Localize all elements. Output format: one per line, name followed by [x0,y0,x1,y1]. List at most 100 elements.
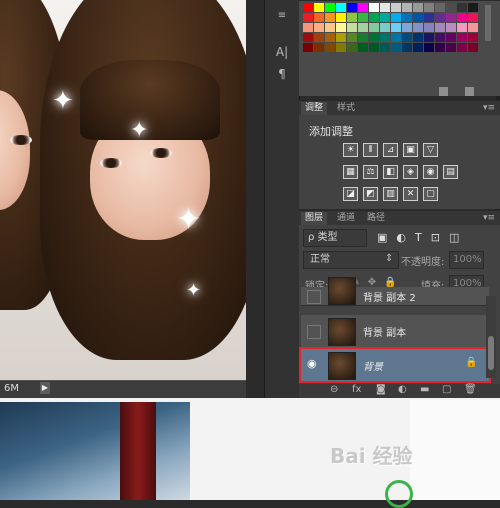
color-swatch[interactable] [446,33,456,42]
color-swatch[interactable] [380,33,390,42]
color-swatch[interactable] [347,23,357,32]
color-swatch[interactable] [391,23,401,32]
visibility-toggle[interactable] [307,290,321,304]
color-swatch[interactable] [468,13,478,22]
color-swatch[interactable] [457,13,467,22]
color-swatch[interactable] [413,23,423,32]
color-swatch[interactable] [325,33,335,42]
color-swatch[interactable] [358,3,368,12]
color-swatch[interactable] [446,23,456,32]
smart-object-filter-icon[interactable]: ◫ [449,231,468,244]
color-swatch[interactable] [446,3,456,12]
layer-filter-select[interactable]: ρ 类型 [303,229,367,247]
color-swatch[interactable] [402,13,412,22]
color-swatch[interactable] [435,43,445,52]
invert-icon[interactable]: ◪ [343,187,358,201]
curves-icon[interactable]: ⊿ [383,143,398,157]
new-group-icon[interactable]: ▬ [420,384,429,395]
color-swatch[interactable] [435,13,445,22]
color-swatch[interactable] [303,23,313,32]
posterize-icon[interactable]: ◩ [363,187,378,201]
color-swatch[interactable] [303,3,313,12]
color-swatch[interactable] [446,13,456,22]
color-swatch[interactable] [303,43,313,52]
color-swatch[interactable] [380,43,390,52]
color-swatch[interactable] [435,3,445,12]
document-canvas[interactable]: ✦ ✦ ✦ ✦ [0,0,246,380]
color-swatch[interactable] [336,13,346,22]
color-swatch[interactable] [358,13,368,22]
color-swatch[interactable] [413,33,423,42]
pixel-filter-icon[interactable]: ▣ [377,231,396,244]
color-swatch[interactable] [391,13,401,22]
color-swatch[interactable] [446,43,456,52]
tab-channels[interactable]: 通道 [333,212,359,225]
layer-name[interactable]: 背景 副本 2 [363,289,416,304]
color-swatch[interactable] [314,13,324,22]
add-mask-icon[interactable]: ◙ [376,384,386,395]
layer-row[interactable]: 背景 副本 2 [301,277,489,306]
tab-adjustments[interactable]: 调整 [301,102,328,115]
layers-scroll-thumb[interactable] [488,336,494,370]
layer-filter-icons[interactable]: ▣◐T⊡◫ [377,231,487,245]
color-swatch[interactable] [468,23,478,32]
color-swatch[interactable] [314,3,324,12]
color-swatch[interactable] [391,3,401,12]
delete-swatch-icon[interactable] [465,87,474,96]
layer-row-selected[interactable]: ◉ 背景 🔒 [299,347,491,383]
menu-icon[interactable]: ≡ [274,8,290,24]
trash-icon[interactable]: 🗑 [464,384,477,395]
color-swatch[interactable] [380,3,390,12]
color-swatch[interactable] [402,33,412,42]
color-swatch[interactable] [435,23,445,32]
layer-name[interactable]: 背景 [363,358,383,373]
color-swatch[interactable] [369,43,379,52]
threshold-icon[interactable]: ▥ [383,187,398,201]
color-swatch[interactable] [468,33,478,42]
levels-icon[interactable]: ⦀ [363,143,378,157]
fx-icon[interactable]: fx [352,384,361,395]
color-swatch[interactable] [457,23,467,32]
opacity-field[interactable]: 100% [449,251,484,269]
link-layers-icon[interactable]: ⊖ [330,384,338,395]
color-swatch[interactable] [325,43,335,52]
color-swatch[interactable] [424,23,434,32]
color-swatch[interactable] [358,23,368,32]
color-swatch[interactable] [391,43,401,52]
color-swatch[interactable] [402,23,412,32]
color-swatch[interactable] [380,13,390,22]
hue-saturation-icon[interactable]: ▦ [343,165,358,179]
visibility-toggle[interactable] [307,325,321,339]
black-white-icon[interactable]: ◧ [383,165,398,179]
color-swatch[interactable] [402,3,412,12]
character-panel-icon[interactable]: A| [274,44,290,60]
brightness-contrast-icon[interactable]: ☀ [343,143,358,157]
new-adjustment-icon[interactable]: ◐ [398,384,407,395]
color-swatch[interactable] [391,33,401,42]
shape-filter-icon[interactable]: ⊡ [431,231,449,244]
color-swatch[interactable] [369,23,379,32]
type-filter-icon[interactable]: T [415,231,431,244]
color-swatch[interactable] [413,43,423,52]
color-swatch[interactable] [303,13,313,22]
color-swatch[interactable] [325,13,335,22]
eye-icon[interactable]: ◉ [307,357,317,370]
color-swatch[interactable] [336,43,346,52]
color-swatch[interactable] [413,3,423,12]
selective-color-icon[interactable]: ✕ [403,187,418,201]
color-swatch[interactable] [413,13,423,22]
panel-menu-icon[interactable]: ▾≡ [479,212,499,225]
color-swatch[interactable] [369,13,379,22]
layer-name[interactable]: 背景 副本 [363,324,406,339]
tab-layers[interactable]: 图层 [301,212,328,225]
color-swatch[interactable] [457,3,467,12]
color-lookup-icon[interactable]: ▤ [443,165,458,179]
color-swatch[interactable] [424,43,434,52]
color-balance-icon[interactable]: ⚖ [363,165,378,179]
color-swatch[interactable] [369,3,379,12]
paragraph-panel-icon[interactable]: ¶ [274,66,290,82]
status-menu-button[interactable]: ▶ [40,382,50,394]
exposure-icon[interactable]: ▣ [403,143,418,157]
swatch-grid[interactable] [303,3,481,53]
layer-row[interactable]: 背景 副本 [301,315,489,348]
